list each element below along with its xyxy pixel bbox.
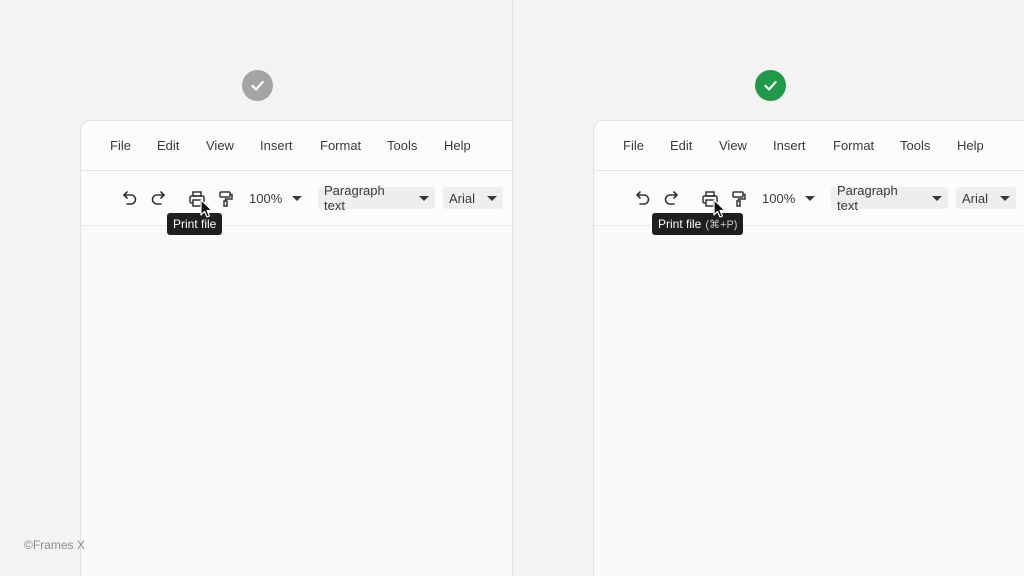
menu-insert[interactable]: Insert bbox=[773, 138, 806, 154]
chevron-down-icon bbox=[932, 195, 942, 201]
tooltip-label: Print file bbox=[658, 217, 702, 231]
undo-icon[interactable] bbox=[631, 188, 653, 210]
menu-insert[interactable]: Insert bbox=[260, 138, 293, 154]
menu-edit[interactable]: Edit bbox=[157, 138, 179, 154]
chevron-down-icon bbox=[487, 195, 498, 201]
menu-view[interactable]: View bbox=[719, 138, 747, 154]
menu-help[interactable]: Help bbox=[444, 138, 471, 154]
mouse-cursor-icon bbox=[713, 199, 726, 218]
menu-help[interactable]: Help bbox=[957, 138, 984, 154]
left-example-panel: File Edit View Insert Format Tools Help … bbox=[0, 0, 512, 576]
checkmark-icon bbox=[764, 80, 777, 91]
tooltip-shortcut: (⌘+P) bbox=[705, 218, 738, 231]
paint-roller-icon[interactable] bbox=[215, 188, 237, 210]
chevron-down-icon bbox=[419, 195, 429, 201]
document-window: File Edit View Insert Format Tools Help … bbox=[80, 120, 512, 576]
zoom-select[interactable]: 100% bbox=[249, 191, 303, 206]
credit-text: ©Frames X bbox=[24, 538, 85, 552]
zoom-value: 100% bbox=[762, 191, 796, 206]
paint-roller-icon[interactable] bbox=[728, 188, 750, 210]
font-family-value: Arial bbox=[962, 190, 989, 206]
menu-edit[interactable]: Edit bbox=[670, 138, 692, 154]
check-badge bbox=[755, 70, 786, 101]
paragraph-style-value: Paragraph text bbox=[837, 183, 898, 213]
menu-format[interactable]: Format bbox=[833, 138, 874, 154]
menu-bar: File Edit View Insert Format Tools Help bbox=[594, 121, 1024, 171]
menu-view[interactable]: View bbox=[206, 138, 234, 154]
menu-format[interactable]: Format bbox=[320, 138, 361, 154]
chevron-down-icon bbox=[805, 196, 816, 201]
check-badge bbox=[242, 70, 273, 101]
font-family-select[interactable]: Arial bbox=[443, 187, 503, 209]
chevron-down-icon bbox=[1000, 195, 1011, 201]
document-window: File Edit View Insert Format Tools Help … bbox=[593, 120, 1024, 576]
redo-icon[interactable] bbox=[148, 188, 170, 210]
chevron-down-icon bbox=[292, 196, 303, 201]
paragraph-style-select[interactable]: Paragraph text bbox=[831, 183, 948, 213]
toolbar: 100% Paragraph text Arial bbox=[81, 171, 512, 226]
print-tooltip: Print file (⌘+P) bbox=[652, 213, 744, 235]
checkmark-icon bbox=[251, 80, 264, 91]
menu-tools[interactable]: Tools bbox=[900, 138, 930, 154]
zoom-select[interactable]: 100% bbox=[762, 191, 816, 206]
zoom-value: 100% bbox=[249, 191, 283, 206]
mouse-cursor-icon bbox=[200, 199, 213, 218]
paragraph-style-value: Paragraph text bbox=[324, 183, 385, 213]
menu-file[interactable]: File bbox=[623, 138, 644, 154]
menu-file[interactable]: File bbox=[110, 138, 131, 154]
print-tooltip: Print file bbox=[167, 213, 223, 235]
right-example-panel: File Edit View Insert Format Tools Help … bbox=[512, 0, 1024, 576]
font-family-select[interactable]: Arial bbox=[956, 187, 1016, 209]
redo-icon[interactable] bbox=[661, 188, 683, 210]
menu-bar: File Edit View Insert Format Tools Help bbox=[81, 121, 512, 171]
font-family-value: Arial bbox=[449, 190, 476, 206]
tooltip-label: Print file bbox=[173, 217, 217, 231]
undo-icon[interactable] bbox=[118, 188, 140, 210]
menu-tools[interactable]: Tools bbox=[387, 138, 417, 154]
paragraph-style-select[interactable]: Paragraph text bbox=[318, 183, 435, 213]
